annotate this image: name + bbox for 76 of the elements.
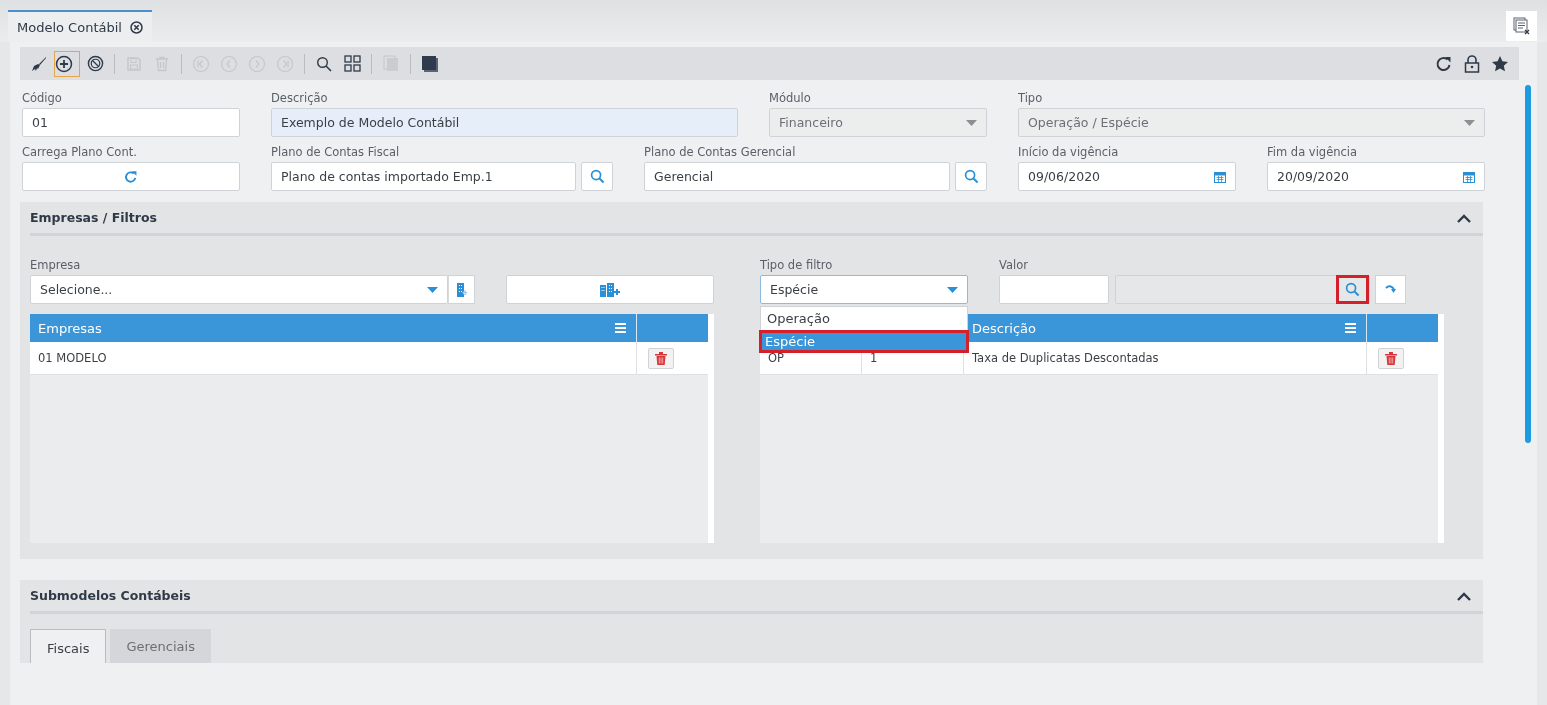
caret-icon — [1464, 119, 1475, 126]
next-icon — [248, 54, 266, 73]
tab[interactable]: Gerenciais — [110, 629, 211, 663]
building-plus-icon — [456, 282, 467, 297]
save-icon — [126, 55, 142, 72]
value-field[interactable] — [999, 275, 1109, 304]
caret-icon — [947, 286, 958, 293]
field-label: Descrição — [271, 91, 329, 105]
search-icon — [589, 169, 605, 184]
add-all-companies-button[interactable] — [506, 275, 714, 304]
close-icon[interactable] — [129, 20, 143, 34]
date-field[interactable]: 09/06/2020 — [1018, 162, 1236, 191]
column-header: Empresas — [37, 319, 103, 338]
grid-icon — [343, 55, 361, 72]
field-label: Empresa — [30, 258, 82, 272]
delete-button[interactable] — [1378, 347, 1404, 369]
date-field[interactable]: 20/09/2020 — [1267, 162, 1485, 191]
star-icon — [1491, 54, 1509, 73]
menu-icon[interactable] — [615, 323, 626, 333]
previous-icon — [220, 54, 238, 73]
table-cell-text: Taxa de Duplicatas Descontadas — [971, 350, 1160, 367]
plus-circle-icon — [55, 54, 73, 73]
lookup-field[interactable]: Plano de contas importado Emp.1 — [271, 162, 576, 191]
field-label: Plano de Contas Fiscal — [271, 145, 401, 159]
toolbar-button[interactable] — [54, 50, 80, 77]
close-documents-icon — [1512, 17, 1531, 35]
trash-icon — [655, 351, 667, 365]
close-all-button[interactable] — [1506, 11, 1537, 41]
dropdown-option[interactable]: Operação — [761, 307, 967, 330]
text-field[interactable]: 01 — [22, 108, 240, 137]
buildings-plus-icon — [600, 282, 620, 297]
field-label: Valor — [999, 258, 1029, 272]
add-company-button[interactable] — [448, 275, 475, 304]
select-field[interactable]: Selecione... — [30, 275, 448, 304]
field-label: Plano de Contas Gerencial — [644, 145, 797, 159]
layers-icon — [421, 54, 439, 73]
add-filter-button[interactable] — [1375, 275, 1406, 304]
search-icon — [963, 169, 979, 184]
search-button[interactable] — [1336, 275, 1369, 304]
field-label: Início da vigência — [1018, 145, 1120, 159]
trash-icon — [154, 55, 170, 72]
section-title: Submodelos Contábeis — [30, 588, 191, 603]
last-icon — [276, 54, 294, 73]
scrollbar-thumb[interactable] — [1525, 85, 1531, 443]
calendar-icon — [1463, 170, 1475, 183]
text-field[interactable]: Exemplo de Modelo Contábil — [271, 108, 738, 137]
lock-icon — [1464, 54, 1480, 73]
field-label: Carrega Plano Cont. — [22, 145, 138, 159]
trash-icon — [1385, 351, 1397, 365]
tab[interactable]: Fiscais — [30, 629, 107, 663]
cancel-icon — [86, 55, 104, 72]
tab-title: Modelo Contábil — [17, 19, 122, 35]
caret-icon — [427, 286, 438, 293]
field-label: Fim da vigência — [1267, 145, 1359, 159]
section-title: Empresas / Filtros — [30, 210, 157, 225]
chevron-up-icon[interactable] — [1457, 592, 1471, 601]
search-icon — [1345, 282, 1360, 297]
search-icon — [316, 55, 332, 72]
first-icon — [192, 54, 210, 73]
chevron-up-icon[interactable] — [1457, 214, 1471, 223]
column-header: Descrição — [971, 319, 1037, 338]
calendar-icon — [1214, 170, 1226, 183]
delete-button[interactable] — [648, 347, 674, 369]
lookup-field[interactable]: Gerencial — [644, 162, 950, 191]
menu-icon[interactable] — [1345, 323, 1356, 333]
table-cell-text: 01 MODELO — [37, 350, 108, 367]
field-label: Código — [22, 91, 63, 105]
curved-arrow-icon — [1384, 283, 1397, 296]
field-label: Tipo — [1018, 91, 1044, 105]
brush-icon — [31, 55, 47, 72]
refresh-icon — [1435, 54, 1453, 73]
select-field[interactable]: Espécie — [760, 275, 968, 304]
field-label: Tipo de filtro — [760, 258, 834, 272]
caret-icon — [966, 119, 977, 126]
field-label: Módulo — [769, 91, 812, 105]
refresh-icon — [124, 169, 138, 184]
